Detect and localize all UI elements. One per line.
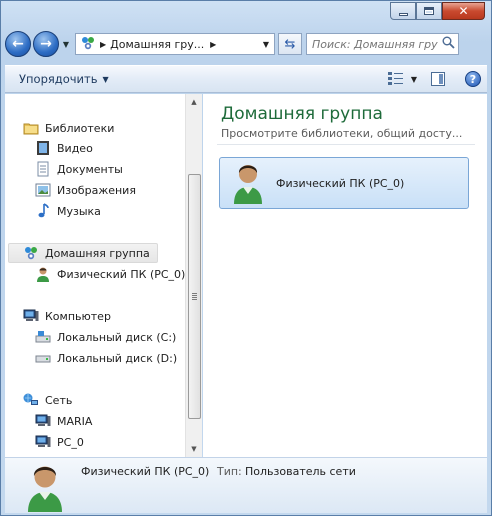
tree-label: Компьютер — [45, 309, 111, 323]
tree-label: Видео — [57, 141, 93, 155]
minimize-icon — [398, 12, 408, 16]
change-view-button[interactable]: ▼ — [387, 71, 417, 88]
homegroup-icon — [80, 35, 96, 54]
tree-label: Локальный диск (C:) — [57, 330, 177, 344]
tile-label: Физический ПК (PC_0) — [276, 176, 405, 190]
tree-label: Документы — [57, 162, 123, 176]
scroll-down-icon[interactable]: ▼ — [186, 441, 202, 457]
tree-item-net-maria[interactable]: MARIA — [35, 411, 92, 431]
tree-label: Домашняя группа — [45, 246, 150, 260]
homegroup-icon — [23, 245, 39, 261]
disk-icon — [35, 350, 51, 366]
tree-item-disk-d[interactable]: Локальный диск (D:) — [35, 348, 177, 368]
navigation-pane: Библиотеки Видео Документы Изображения М… — [5, 94, 202, 457]
scrollbar-thumb[interactable] — [188, 174, 201, 419]
refresh-icon: ⇆ — [284, 36, 296, 52]
tree-item-network[interactable]: Сеть — [23, 390, 72, 410]
tree-item-music[interactable]: Музыка — [35, 201, 101, 221]
content-pane: Домашняя группа Просмотрите библиотеки, … — [203, 94, 487, 457]
forward-button[interactable]: → — [33, 31, 59, 57]
video-icon — [35, 140, 51, 156]
command-bar-right: ▼ ? — [387, 71, 487, 88]
tree-label: Локальный диск (D:) — [57, 351, 178, 365]
scroll-up-icon[interactable]: ▲ — [186, 94, 202, 110]
refresh-button[interactable]: ⇆ — [278, 33, 302, 55]
tree-item-documents[interactable]: Документы — [35, 159, 123, 179]
chevron-down-icon: ▼ — [62, 39, 70, 49]
homegroup-computer-tile[interactable]: Физический ПК (PC_0) — [219, 157, 469, 209]
organize-button[interactable]: Упорядочить ▼ — [19, 72, 109, 86]
user-icon — [35, 266, 51, 282]
computer-icon — [35, 413, 51, 429]
tree-item-homegroup-pc[interactable]: Физический ПК (PC_0) — [35, 264, 185, 284]
tree-item-libraries[interactable]: Библиотеки — [23, 118, 114, 138]
breadcrumb-separator-icon[interactable]: ▶ — [210, 40, 216, 49]
libraries-icon — [23, 120, 39, 136]
view-options-icon — [387, 71, 404, 88]
tree-label: MARIA — [57, 414, 93, 428]
caption-buttons: ✕ — [390, 2, 485, 20]
details-type-value: Пользователь сети — [245, 465, 356, 478]
chevron-down-icon: ▼ — [410, 74, 417, 84]
computer-icon — [35, 434, 51, 450]
music-icon — [35, 203, 51, 219]
tree-item-disk-c[interactable]: Локальный диск (C:) — [35, 327, 176, 347]
page-title: Домашняя группа — [221, 104, 383, 124]
tree-label: Сеть — [45, 393, 73, 407]
close-icon: ✕ — [458, 4, 469, 18]
help-button[interactable]: ? — [465, 71, 481, 87]
breadcrumb-separator-icon[interactable]: ▶ — [100, 40, 106, 49]
tree-label: Библиотеки — [45, 121, 115, 135]
address-dropdown-icon[interactable]: ▼ — [258, 40, 274, 49]
details-type-label: Тип: — [217, 465, 242, 478]
maximize-icon — [424, 7, 434, 15]
maximize-button[interactable] — [416, 2, 442, 20]
navigation-scrollbar[interactable]: ▲ ▼ — [185, 94, 202, 457]
command-bar: Упорядочить ▼ ▼ ? — [5, 65, 487, 93]
divider — [217, 144, 475, 145]
navigation-row: ← → ▼ ▶ Домашняя гру... ▶ ▼ ⇆ — [5, 29, 485, 59]
tree-label: Физический ПК (PC_0) — [57, 267, 186, 281]
user-icon — [23, 460, 67, 515]
user-icon — [230, 160, 266, 207]
images-icon — [35, 182, 51, 198]
page-subtitle-link[interactable]: Просмотрите библиотеки, общий досту... — [221, 127, 462, 140]
tree-item-video[interactable]: Видео — [35, 138, 93, 158]
organize-label: Упорядочить — [19, 72, 98, 86]
navigation-tree: Библиотеки Видео Документы Изображения М… — [5, 94, 185, 457]
tree-label: PC_0 — [57, 435, 84, 449]
network-icon — [23, 392, 39, 408]
documents-icon — [35, 161, 51, 177]
tree-item-homegroup[interactable]: Домашняя группа — [8, 243, 158, 263]
chevron-down-icon: ▼ — [102, 74, 109, 84]
explorer-window: ✕ ← → ▼ ▶ Домашняя гру... ▶ ▼ ⇆ Упорядоч… — [0, 0, 492, 516]
preview-pane-button[interactable] — [431, 72, 445, 86]
details-item-name: Физический ПК (PC_0) — [81, 465, 210, 478]
tree-label: Изображения — [57, 183, 136, 197]
help-icon: ? — [469, 72, 477, 86]
tree-label: Музыка — [57, 204, 101, 218]
search-input[interactable] — [312, 37, 438, 51]
back-button[interactable]: ← — [5, 31, 31, 57]
breadcrumb-homegroup[interactable]: Домашняя гру... — [110, 38, 206, 51]
close-button[interactable]: ✕ — [442, 2, 485, 20]
forward-arrow-icon: → — [40, 36, 52, 52]
search-icon[interactable] — [442, 36, 455, 52]
back-arrow-icon: ← — [12, 36, 24, 52]
system-disk-icon — [35, 329, 51, 345]
minimize-button[interactable] — [390, 2, 416, 20]
tree-item-computer[interactable]: Компьютер — [23, 306, 111, 326]
details-pane: Физический ПК (PC_0) Тип: Пользователь с… — [5, 457, 487, 513]
grip-icon — [192, 293, 197, 301]
recent-pages-dropdown[interactable]: ▼ — [61, 40, 71, 49]
tree-item-images[interactable]: Изображения — [35, 180, 136, 200]
search-box[interactable] — [306, 33, 459, 55]
tree-item-net-pc0[interactable]: PC_0 — [35, 432, 84, 452]
computer-icon — [23, 308, 39, 324]
address-bar[interactable]: ▶ Домашняя гру... ▶ ▼ — [75, 33, 275, 55]
